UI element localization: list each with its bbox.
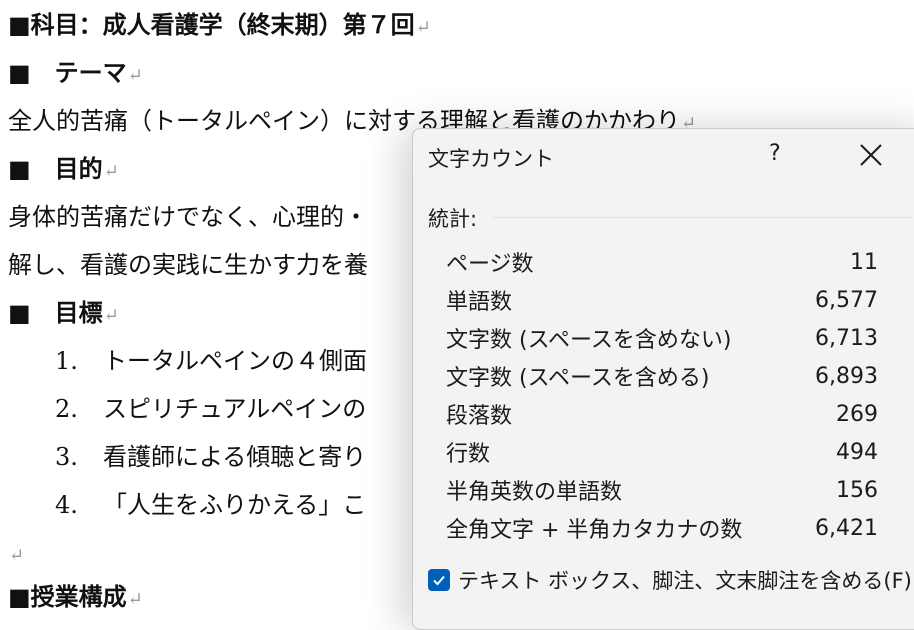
stat-label: 行数 [446, 442, 491, 467]
doc-purpose-text-1: 身体的苦痛だけでなく、心理的・ [8, 203, 368, 231]
list-item: 2. スピリチュアルペインの [55, 395, 367, 423]
include-textboxes-footnotes-checkbox[interactable]: テキスト ボックス、脚注、文末脚注を含める(F) [428, 565, 912, 595]
statistics-heading: 統計: [428, 207, 478, 231]
stat-label: 単語数 [446, 290, 513, 315]
doc-purpose-text-2: 解し、看護の実践に生かす力を養 [8, 251, 368, 279]
stat-row: ページ数 11 [446, 243, 878, 281]
close-icon[interactable] [859, 143, 883, 167]
stat-row: 全角文字 + 半角カタカナの数 6,421 [446, 509, 878, 547]
stat-value: 6,421 [815, 515, 878, 541]
empty-paragraph: ↵ [9, 545, 25, 566]
stat-value: 6,893 [815, 363, 878, 389]
doc-heading-theme: ■ テーマ↵ [8, 58, 143, 87]
stat-value: 156 [836, 477, 878, 503]
stat-label: 半角英数の単語数 [446, 480, 623, 505]
stat-row: 半角英数の単語数 156 [446, 471, 878, 509]
stat-row: 単語数 6,577 [446, 281, 878, 319]
stat-value: 6,713 [815, 325, 878, 351]
stat-value: 269 [836, 401, 878, 427]
checkmark-icon[interactable] [428, 569, 450, 591]
stat-value: 494 [836, 439, 878, 465]
checkbox-label: テキスト ボックス、脚注、文末脚注を含める(F) [458, 569, 912, 593]
stat-label: ページ数 [446, 252, 534, 277]
stat-row: 文字数 (スペースを含める) 6,893 [446, 357, 878, 395]
stat-value: 11 [850, 249, 878, 275]
stat-value: 6,577 [815, 287, 878, 313]
stat-row: 行数 494 [446, 433, 878, 471]
stat-label: 全角文字 + 半角カタカナの数 [446, 518, 743, 543]
list-item: 3. 看護師による傾聴と寄り [55, 443, 367, 471]
dialog-title: 文字カウント [428, 147, 554, 171]
list-item: 4. 「人生をふりかえる」こ [55, 491, 367, 519]
stat-label: 文字数 (スペースを含める) [446, 366, 710, 391]
stat-label: 文字数 (スペースを含めない) [446, 328, 732, 353]
section-divider [493, 217, 913, 218]
word-count-dialog: 文字カウント ? 統計: ページ数 11 単語数 6,577 文字数 (スペースを含… [412, 128, 914, 630]
help-button[interactable]: ? [769, 141, 781, 166]
doc-heading-purpose: ■ 目的↵ [8, 154, 119, 183]
stat-label: 段落数 [446, 404, 513, 429]
statistics-list: ページ数 11 単語数 6,577 文字数 (スペースを含めない) 6,713 文字数… [446, 243, 878, 547]
stat-row: 段落数 269 [446, 395, 878, 433]
list-item: 1. トータルペインの４側面 [55, 347, 367, 375]
doc-heading-goals: ■ 目標↵ [8, 298, 119, 327]
stat-row: 文字数 (スペースを含めない) 6,713 [446, 319, 878, 357]
doc-heading-subject: ■科目：成人看護学（終末期）第７回↵ [8, 10, 431, 39]
